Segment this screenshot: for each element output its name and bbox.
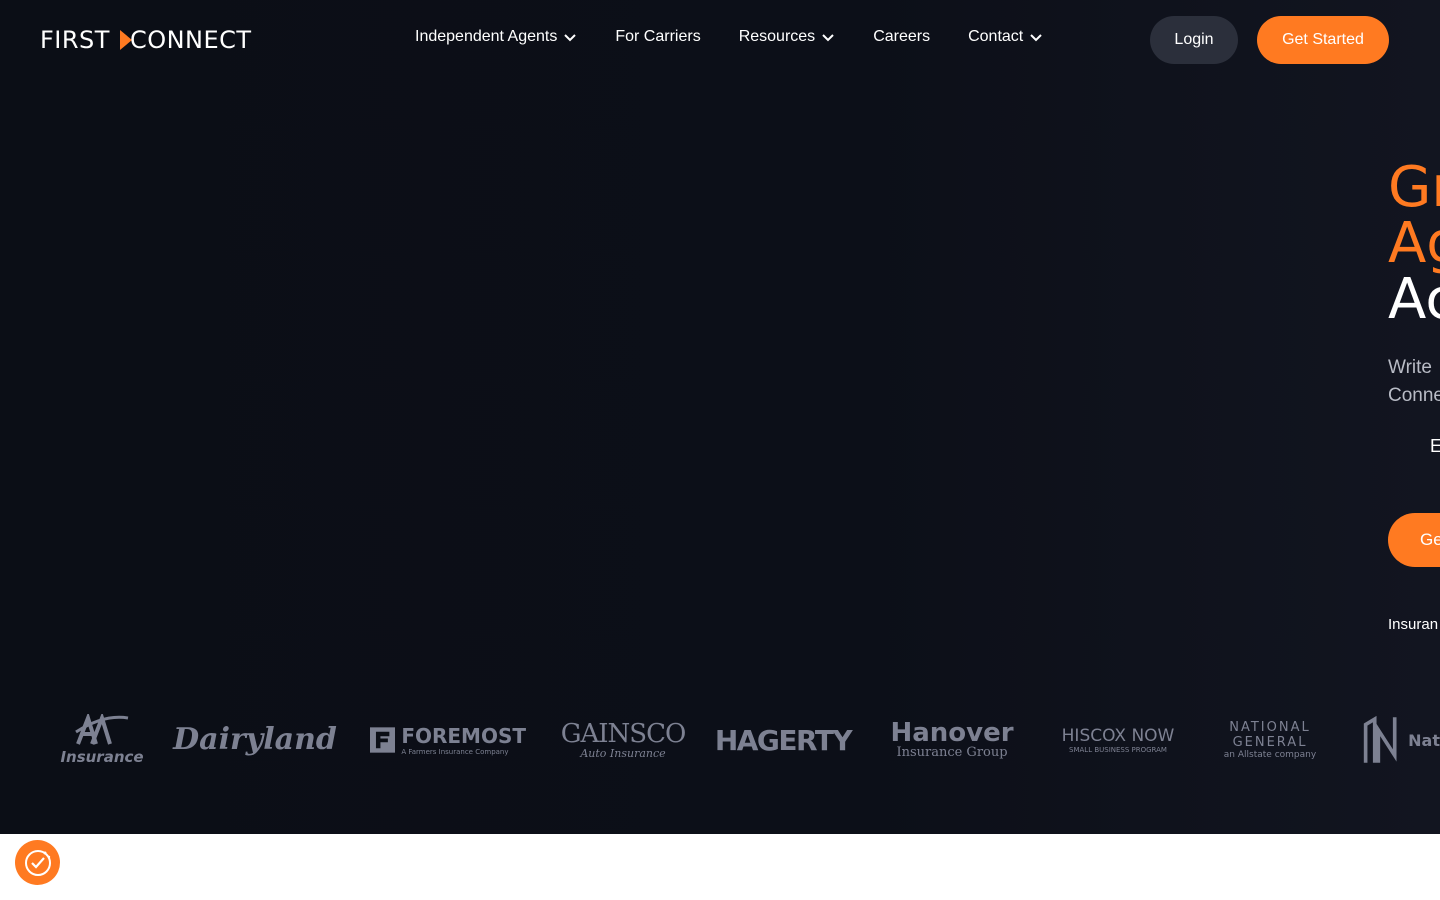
- carrier-logo-hiscox: HISCOX NOW SMALL BUSINESS PROGRAM: [1058, 700, 1178, 780]
- carrier-tagline: Auto Insurance: [580, 747, 666, 760]
- carrier-name: NATIONAL GENERAL: [1229, 720, 1311, 750]
- hero-secondary-text: E: [1430, 436, 1440, 456]
- headline-line-1: Gr: [1388, 155, 1440, 220]
- headline-line-2: Ag: [1388, 211, 1440, 276]
- carrier-logo-national-general: NATIONAL GENERAL an Allstate company: [1222, 700, 1318, 780]
- carrier-tagline: an Allstate company: [1223, 750, 1317, 760]
- carrier-name: Hanover: [890, 718, 1014, 748]
- headline-line-3: Ac: [1388, 267, 1440, 332]
- subtext-line-1: Write: [1388, 357, 1432, 378]
- nav-item-contact[interactable]: Contact: [968, 28, 1043, 46]
- carrier-logo-aaa: Insurance: [60, 700, 144, 780]
- top-navigation: FIRST CONNECT Independent Agents For Car…: [0, 0, 1440, 80]
- hero-subtext: Write Conne: [1388, 354, 1440, 410]
- nav-links: Independent Agents For Carriers Resource…: [415, 28, 1043, 46]
- aaa-swoosh-icon: [75, 714, 129, 745]
- foremost-f-icon: [370, 727, 396, 753]
- carrier-tagline: A Farmers Insurance Company: [401, 748, 509, 756]
- nav-item-independent-agents[interactable]: Independent Agents: [415, 28, 577, 46]
- trust-text: Insuran: [1388, 616, 1439, 633]
- chevron-down-icon: [1030, 34, 1042, 42]
- nav-item-resources[interactable]: Resources: [739, 28, 835, 46]
- nav-item-label: For Carriers: [615, 28, 701, 45]
- nav-item-label: Resources: [738, 28, 816, 45]
- carrier-logo-strip: Insurance Dairyland FOREMOST A Farmers I…: [0, 700, 1440, 780]
- carrier-logo-nationwide-partial: Nat: [1362, 700, 1440, 780]
- carrier-name: HAGERTY: [714, 723, 853, 757]
- carrier-tagline: Insurance Group: [896, 745, 1008, 760]
- carrier-logo-dairyland: Dairyland: [173, 700, 337, 780]
- cookie-consent-icon: [24, 849, 51, 876]
- nav-item-label: Independent Agents: [415, 28, 558, 45]
- first-connect-logo[interactable]: FIRST CONNECT: [40, 26, 252, 54]
- subtext-line-2: Conne: [1388, 385, 1440, 406]
- nav-item-for-carriers[interactable]: For Carriers: [615, 28, 700, 46]
- hero-headline: Gr Ag Ac: [1388, 160, 1440, 328]
- carrier-name: Insurance: [60, 748, 144, 766]
- carrier-logo-foremost: FOREMOST A Farmers Insurance Company: [370, 700, 526, 780]
- carrier-name: HISCOX NOW: [1061, 726, 1175, 746]
- carrier-name: Nat: [1408, 730, 1440, 750]
- cookie-consent-button[interactable]: [15, 840, 60, 885]
- nav-item-careers[interactable]: Careers: [873, 28, 930, 46]
- logo-text-connect: CONNECT: [129, 26, 252, 54]
- get-started-button[interactable]: Get Started: [1257, 16, 1389, 64]
- carrier-name: Dairyland: [173, 722, 337, 757]
- chevron-down-icon: [822, 34, 834, 42]
- chevron-down-icon: [564, 34, 577, 42]
- carrier-name: GAINSCO: [560, 719, 687, 749]
- carrier-logo-hagerty: HAGERTY: [715, 700, 853, 780]
- carrier-logo-hanover: Hanover Insurance Group: [890, 700, 1014, 780]
- logo-text-first: FIRST: [40, 26, 110, 54]
- carrier-logo-gainsco: GAINSCO Auto Insurance: [561, 700, 687, 780]
- nav-item-label: Contact: [968, 28, 1024, 45]
- hero-section: FIRST CONNECT Independent Agents For Car…: [0, 0, 1440, 834]
- hero-cta-button[interactable]: Ge: [1388, 513, 1440, 567]
- nav-item-label: Careers: [873, 28, 931, 45]
- carrier-name: FOREMOST: [401, 724, 526, 748]
- login-button[interactable]: Login: [1150, 16, 1238, 64]
- building-n-icon: [1363, 715, 1397, 763]
- carrier-tagline: SMALL BUSINESS PROGRAM: [1069, 746, 1167, 754]
